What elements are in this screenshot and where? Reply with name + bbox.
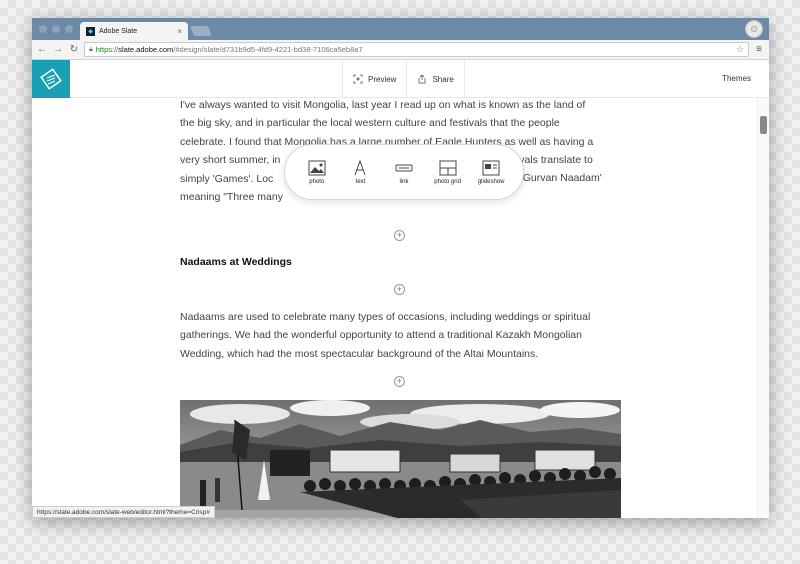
- text-line: n Gurvan Naadam': [514, 172, 602, 185]
- insert-text-button[interactable]: text: [339, 159, 383, 185]
- status-bar: https://slate.adobe.com/slate-web/editor…: [32, 506, 215, 518]
- url-path: /#design/slate/d731b9d5-4fd9-4221-bd38-7…: [173, 45, 363, 54]
- back-arrow-icon[interactable]: ←: [36, 44, 48, 55]
- insert-photo-button[interactable]: photo: [295, 160, 339, 185]
- themes-button[interactable]: Themes: [722, 74, 751, 83]
- slate-favicon-icon: ◆: [86, 26, 95, 36]
- maximize-window-button[interactable]: [65, 25, 73, 33]
- text-line: Wedding, which had the most spectacular …: [180, 347, 539, 360]
- insert-photo-grid-button[interactable]: photo grid: [426, 160, 470, 185]
- preview-label: Preview: [368, 74, 397, 84]
- share-button[interactable]: Share: [406, 60, 463, 98]
- reload-icon[interactable]: ↻: [68, 44, 80, 55]
- link-icon: [395, 164, 413, 171]
- add-block-button[interactable]: +: [394, 284, 405, 295]
- browser-window: ◆ Adobe Slate × ☺ ← → ↻ 🔒︎ https:// slat…: [32, 18, 769, 518]
- share-label: Share: [432, 74, 454, 84]
- tab-close-icon[interactable]: ×: [177, 27, 182, 36]
- url-host: slate.adobe.com: [118, 45, 174, 54]
- preview-button[interactable]: Preview: [343, 60, 406, 98]
- minimize-window-button[interactable]: [52, 25, 60, 33]
- profile-avatar-icon[interactable]: ☺: [745, 20, 763, 38]
- glideshow-icon: [482, 160, 500, 175]
- insert-glideshow-button[interactable]: glideshow: [469, 160, 513, 185]
- add-block-button[interactable]: +: [394, 230, 405, 241]
- preview-icon: [353, 74, 363, 84]
- insert-link-button[interactable]: link: [382, 160, 426, 185]
- forward-arrow-icon[interactable]: →: [52, 44, 64, 55]
- lock-icon: 🔒︎: [89, 45, 93, 53]
- text-line: I've always wanted to visit Mongolia, la…: [180, 99, 586, 111]
- tab-bar: ◆ Adobe Slate × ☺: [32, 18, 769, 40]
- new-tab-button[interactable]: [190, 26, 212, 36]
- intro-right-fragment: tivals translate to n Gurvan Naadam': [514, 151, 634, 188]
- insert-photo-label: photo: [309, 178, 325, 185]
- text-line: tivals translate to: [514, 154, 593, 166]
- text-line: the big sky, and in particular the local…: [180, 117, 560, 130]
- url-scheme: https://: [95, 45, 119, 54]
- browser-tab[interactable]: ◆ Adobe Slate ×: [80, 22, 188, 40]
- insert-text-label: text: [355, 178, 366, 185]
- insert-photo-grid-label: photo grid: [434, 178, 461, 185]
- app-header: Preview Share Themes: [32, 60, 769, 98]
- insert-link-label: link: [399, 178, 409, 185]
- browser-menu-icon[interactable]: ≡: [753, 44, 765, 55]
- share-icon: [418, 74, 426, 84]
- header-actions: Preview Share: [342, 60, 465, 98]
- window-controls: [39, 25, 73, 33]
- wedding-photo[interactable]: [180, 400, 621, 518]
- section-heading[interactable]: Nadaams at Weddings: [180, 256, 292, 268]
- vertical-scrollbar[interactable]: [757, 98, 769, 518]
- text-line: Nadaams are used to celebrate many types…: [180, 311, 591, 323]
- photo-icon: [308, 160, 326, 175]
- scrollbar-thumb[interactable]: [760, 116, 767, 134]
- text-icon: [354, 159, 366, 175]
- photo-grid-icon: [439, 160, 457, 175]
- close-window-button[interactable]: [39, 25, 47, 33]
- slate-logo-icon[interactable]: [32, 60, 70, 98]
- bookmark-star-icon[interactable]: ☆: [736, 44, 744, 55]
- address-bar[interactable]: 🔒︎ https:// slate.adobe.com /#design/sla…: [84, 42, 749, 57]
- add-block-button[interactable]: +: [394, 376, 405, 387]
- body-paragraph[interactable]: Nadaams are used to celebrate many types…: [180, 308, 624, 363]
- browser-toolbar: ← → ↻ 🔒︎ https:// slate.adobe.com /#desi…: [32, 40, 769, 60]
- text-line: gatherings. We had the wonderful opportu…: [180, 329, 582, 342]
- insert-glideshow-label: glideshow: [477, 178, 505, 185]
- tab-title: Adobe Slate: [99, 27, 138, 35]
- insert-content-menu: photo text link photo grid glideshow: [284, 144, 524, 200]
- editor-content: I've always wanted to visit Mongolia, la…: [32, 98, 757, 518]
